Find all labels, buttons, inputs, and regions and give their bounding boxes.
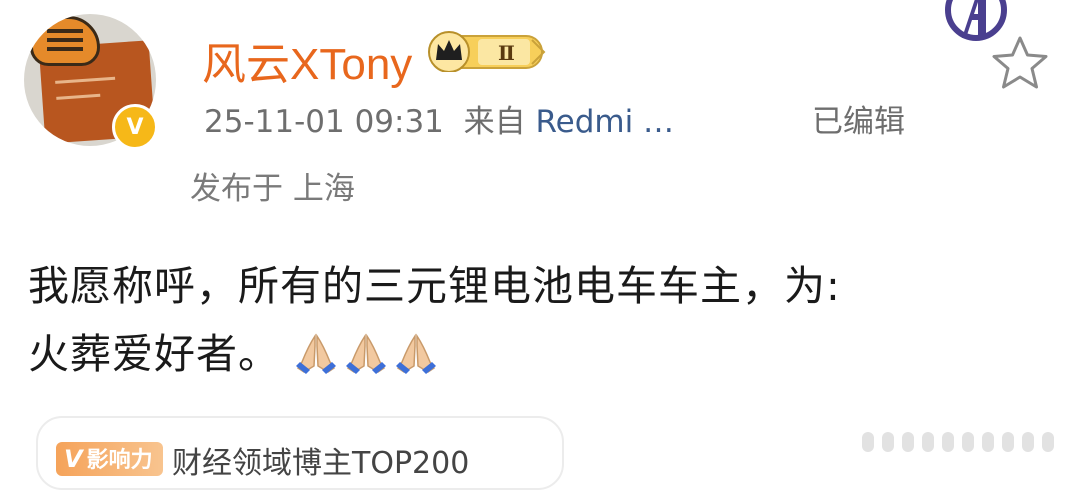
pagination-dot bbox=[922, 432, 934, 452]
influence-text: 财经领域博主TOP200 bbox=[172, 446, 470, 481]
pagination-dot bbox=[902, 432, 914, 452]
pray-hands-icon bbox=[296, 333, 337, 374]
pagination-dot bbox=[1022, 432, 1034, 452]
pagination-dot bbox=[942, 432, 954, 452]
pagination-dot bbox=[862, 432, 874, 452]
verified-badge-icon: V bbox=[112, 104, 158, 150]
influence-tag: V 影响力 bbox=[56, 442, 163, 476]
source-prefix: 来自 bbox=[463, 104, 526, 140]
edited-label[interactable]: 已编辑 bbox=[812, 96, 905, 141]
pagination-dot bbox=[962, 432, 974, 452]
pagination-dot bbox=[1042, 432, 1054, 452]
pagination-dot bbox=[882, 432, 894, 452]
influence-v-icon: V bbox=[64, 445, 83, 473]
image-pagination-dots bbox=[862, 432, 1054, 452]
influence-tag-label: 影响力 bbox=[86, 448, 153, 473]
post-content-text: 火葬爱好者。 bbox=[28, 330, 280, 378]
post-location: 发布于 上海 bbox=[190, 171, 355, 207]
pagination-dot bbox=[982, 432, 994, 452]
influence-badge[interactable]: V 影响力 财经领域博主TOP200 bbox=[36, 416, 564, 490]
source-device-link[interactable]: Redmi … bbox=[535, 104, 674, 140]
post-content-line-1: 我愿称呼，所有的三元锂电池电车车主，为: bbox=[28, 262, 841, 310]
pray-hands-icon bbox=[346, 333, 387, 374]
svg-text:Ⅱ: Ⅱ bbox=[498, 41, 515, 65]
post-timestamp: 25-11-01 09:31 bbox=[204, 104, 444, 140]
vip-crown-badge-icon[interactable]: Ⅱ bbox=[428, 30, 546, 72]
pagination-dot bbox=[1002, 432, 1014, 452]
star-icon[interactable] bbox=[990, 34, 1050, 92]
username[interactable]: 风云XTony bbox=[202, 28, 412, 92]
pray-hands-icon bbox=[396, 333, 437, 374]
post-content-line-2: 火葬爱好者。 bbox=[28, 320, 444, 380]
tiger-figure bbox=[30, 16, 100, 66]
post-meta: 25-11-01 09:31 来自 Redmi … bbox=[204, 96, 674, 141]
